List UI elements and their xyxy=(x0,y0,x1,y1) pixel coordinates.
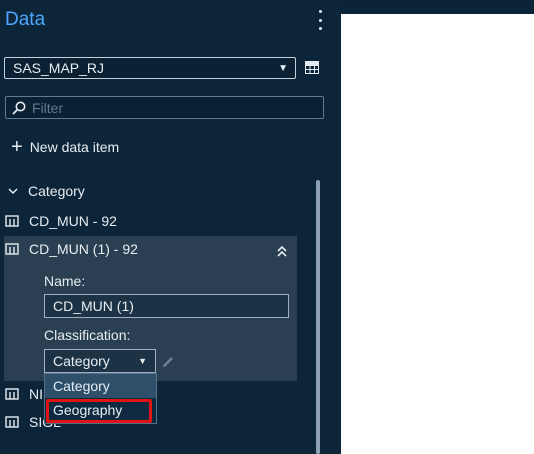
chevron-down-icon xyxy=(8,188,18,195)
category-icon xyxy=(5,416,19,428)
filter-field[interactable] xyxy=(5,96,324,119)
data-item-ni[interactable]: NI xyxy=(5,386,43,402)
name-field[interactable]: CD_MUN (1) xyxy=(44,294,289,318)
plus-icon: + xyxy=(11,136,23,158)
classification-select[interactable]: Category ▼ xyxy=(44,349,156,373)
caret-down-icon: ▼ xyxy=(138,356,147,366)
data-source-value: SAS_MAP_RJ xyxy=(13,60,105,76)
data-item-label: CD_MUN (1) - 92 xyxy=(29,241,138,257)
more-options-icon[interactable] xyxy=(312,10,328,30)
pane-title: Data xyxy=(5,9,46,30)
category-icon xyxy=(5,388,19,400)
name-label: Name: xyxy=(44,273,86,289)
highlight-annotation xyxy=(46,399,152,423)
classification-value: Category xyxy=(53,353,110,369)
data-item-details-card: CD_MUN (1) - 92 Name: CD_MUN (1) Classif… xyxy=(4,236,297,381)
table-icon[interactable] xyxy=(305,61,319,74)
new-data-item-label: New data item xyxy=(29,139,120,155)
caret-down-icon: ▼ xyxy=(278,63,288,74)
new-data-item-button[interactable]: + New data item xyxy=(11,136,120,158)
canvas-top-bar xyxy=(341,0,534,14)
collapse-icon[interactable] xyxy=(276,244,288,258)
category-group-label: Category xyxy=(28,183,85,199)
data-item-cd-mun[interactable]: CD_MUN - 92 xyxy=(5,213,117,229)
name-value: CD_MUN (1) xyxy=(53,298,134,314)
category-icon xyxy=(5,215,19,227)
app-root: Data SAS_MAP_RJ ▼ + New data item xyxy=(0,0,534,454)
scrollbar[interactable] xyxy=(316,180,320,454)
data-item-label: NI xyxy=(29,386,43,402)
pencil-icon[interactable] xyxy=(162,355,175,368)
data-source-select[interactable]: SAS_MAP_RJ ▼ xyxy=(4,57,296,79)
data-pane: Data SAS_MAP_RJ ▼ + New data item xyxy=(0,0,341,454)
classification-label: Classification: xyxy=(44,327,131,343)
option-category[interactable]: Category xyxy=(45,374,156,398)
category-group-header[interactable]: Category xyxy=(7,183,85,199)
data-item-label: CD_MUN - 92 xyxy=(29,213,117,229)
category-icon xyxy=(5,243,19,255)
data-item-cd-mun-1[interactable]: CD_MUN (1) - 92 xyxy=(5,241,138,257)
filter-input[interactable] xyxy=(30,98,304,117)
search-icon xyxy=(12,101,26,115)
